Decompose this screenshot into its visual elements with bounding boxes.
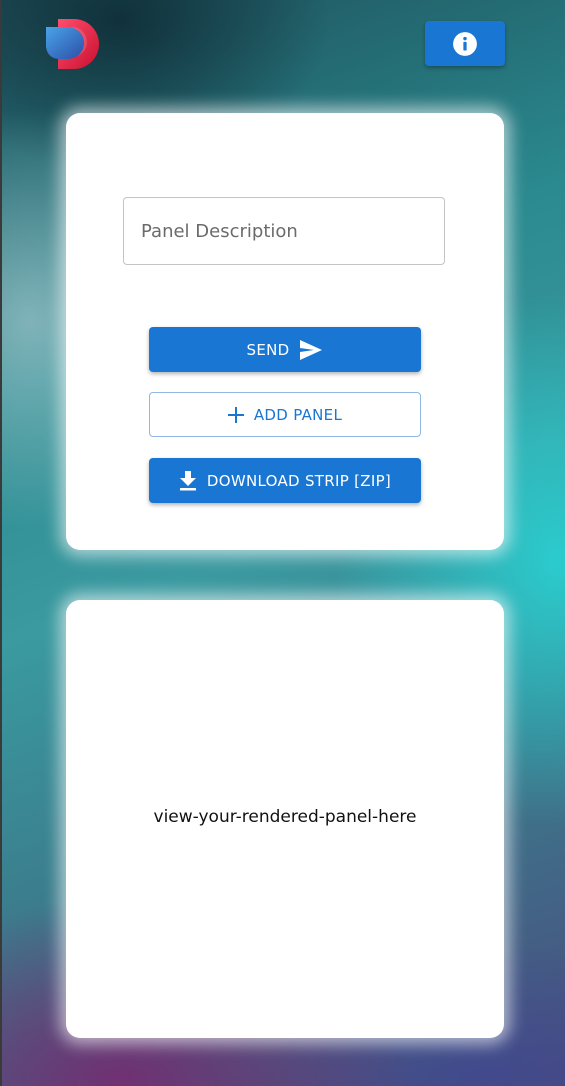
- add-panel-button[interactable]: ADD PANEL: [149, 392, 421, 437]
- app-logo-icon: [44, 17, 100, 71]
- window-left-edge: [0, 0, 2, 1086]
- preview-placeholder-text: view-your-rendered-panel-here: [153, 807, 417, 827]
- add-panel-button-label: ADD PANEL: [253, 405, 343, 424]
- send-button[interactable]: SEND: [149, 327, 421, 372]
- download-strip-button-label: DOWNLOAD STRIP [ZIP]: [206, 471, 392, 490]
- plus-icon: [227, 406, 244, 423]
- panel-description-input[interactable]: [123, 197, 445, 265]
- download-strip-button[interactable]: DOWNLOAD STRIP [ZIP]: [149, 458, 421, 503]
- panel-preview-card: view-your-rendered-panel-here: [66, 600, 504, 1038]
- send-icon: [299, 339, 323, 361]
- download-icon: [179, 470, 197, 491]
- info-icon: [452, 31, 478, 57]
- info-button[interactable]: [425, 21, 505, 66]
- send-button-label: SEND: [246, 340, 290, 359]
- panel-form-card: SEND ADD PANEL DOWNLOAD STRIP [ZIP]: [66, 113, 504, 550]
